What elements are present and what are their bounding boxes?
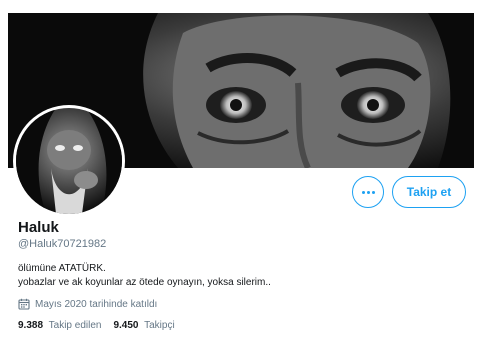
profile-avatar[interactable] bbox=[13, 105, 125, 217]
more-dots-icon bbox=[361, 190, 375, 194]
following-link[interactable]: 9.388 Takip edilen bbox=[18, 320, 101, 331]
followers-count: 9.450 bbox=[113, 320, 139, 331]
profile-handle: @Haluk70721982 bbox=[18, 238, 107, 250]
following-label: Takip edilen bbox=[48, 320, 102, 331]
following-count: 9.388 bbox=[18, 320, 44, 331]
profile-bio: ölümüne ATATÜRK. yobazlar ve ak koyunlar… bbox=[18, 262, 271, 290]
bio-line: ölümüne ATATÜRK. bbox=[18, 263, 106, 274]
followers-link[interactable]: 9.450 Takipçi bbox=[113, 320, 174, 331]
follow-button[interactable]: Takip et bbox=[392, 176, 466, 208]
more-options-button[interactable] bbox=[352, 176, 384, 208]
calendar-icon bbox=[18, 298, 30, 310]
joined-text: Mayıs 2020 tarihinde katıldı bbox=[35, 298, 158, 310]
joined-date: Mayıs 2020 tarihinde katıldı bbox=[18, 298, 157, 310]
bio-line: yobazlar ve ak koyunlar az ötede oynayın… bbox=[18, 277, 271, 288]
profile-name: Haluk bbox=[18, 219, 59, 236]
followers-label: Takipçi bbox=[144, 320, 175, 331]
follow-stats: 9.388 Takip edilen 9.450 Takipçi bbox=[18, 320, 175, 331]
